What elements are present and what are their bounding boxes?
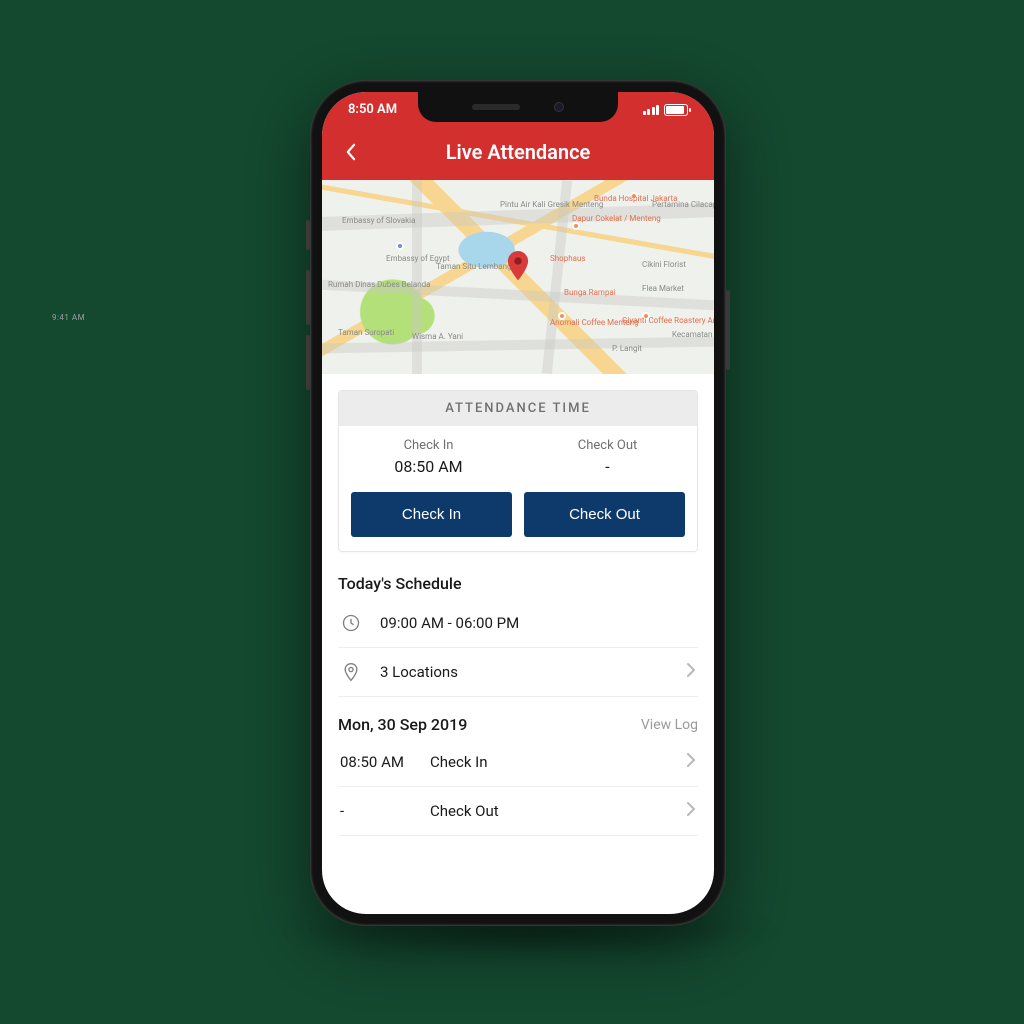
map-poi-label: Wisma A. Yani: [412, 332, 463, 341]
map-poi-label: Flea Market: [642, 284, 684, 293]
log-header: Mon, 30 Sep 2019 View Log: [338, 715, 698, 734]
map-poi-label: Giyanti Coffee Roastery Aroma Sedap: [622, 316, 714, 325]
status-right: [643, 104, 689, 116]
map-poi-label: Cikini Florist: [642, 260, 686, 269]
schedule-locations: 3 Locations: [380, 663, 458, 681]
log-time: -: [340, 802, 430, 820]
mute-switch: [306, 220, 310, 250]
map-view[interactable]: Embassy of Slovakia Pintu Air Kali Gresik…: [322, 180, 714, 374]
log-row[interactable]: 08:50 AMCheck In: [338, 738, 698, 787]
view-log-link[interactable]: View Log: [641, 717, 698, 733]
phone-notch: [418, 92, 618, 122]
schedule-hours: 09:00 AM - 06:00 PM: [380, 614, 519, 632]
attendance-buttons: Check In Check Out: [339, 492, 697, 551]
map-poi-label: Taman Suropati: [338, 328, 394, 337]
checkin-label: Check In: [339, 438, 518, 453]
phone-frame: 8:50 AM Live Attendance Embassy of Slova…: [310, 80, 726, 926]
log-time: 08:50 AM: [340, 753, 430, 771]
volume-down-button: [306, 335, 310, 390]
map-poi-label: Kecamatan Menteng: [672, 330, 714, 339]
signal-icon: [643, 105, 660, 115]
battery-icon: [664, 104, 688, 116]
attendance-times: Check In 08:50 AM Check Out -: [339, 426, 697, 492]
map-poi-label: Pertamina Cilacap Station Cikini: [652, 200, 714, 209]
stray-time-text: 9:41 AM: [52, 313, 85, 322]
map-poi-dot: [572, 222, 580, 230]
checkout-column: Check Out -: [518, 438, 697, 476]
chevron-right-icon: [686, 801, 696, 821]
checkout-button[interactable]: Check Out: [524, 492, 685, 537]
attendance-card: ATTENDANCE TIME Check In 08:50 AM Check …: [338, 390, 698, 552]
map-poi-label: Taman Situ Lembang: [436, 262, 511, 271]
log-label: Check Out: [430, 802, 499, 820]
map-poi-dot: [396, 242, 404, 250]
schedule-title: Today's Schedule: [338, 574, 698, 593]
map-poi-label: Rumah Dinas Dubes Belanda: [328, 280, 431, 289]
checkin-value: 08:50 AM: [339, 457, 518, 476]
map-pin-icon: [507, 251, 529, 281]
chevron-right-icon: [686, 752, 696, 772]
power-button: [726, 290, 730, 370]
attendance-heading: ATTENDANCE TIME: [339, 391, 697, 426]
content-area: ATTENDANCE TIME Check In 08:50 AM Check …: [322, 374, 714, 852]
log-date: Mon, 30 Sep 2019: [338, 715, 467, 734]
map-poi-label: Pintu Air Kali Gresik Menteng: [500, 200, 603, 209]
volume-up-button: [306, 270, 310, 325]
log-row[interactable]: -Check Out: [338, 787, 698, 836]
front-camera: [554, 102, 564, 112]
checkin-button[interactable]: Check In: [351, 492, 512, 537]
schedule-locations-row[interactable]: 3 Locations: [338, 648, 698, 697]
checkin-column: Check In 08:50 AM: [339, 438, 518, 476]
title-bar: Live Attendance: [322, 130, 714, 180]
location-pin-icon: [340, 662, 362, 682]
map-poi-label: Embassy of Slovakia: [342, 216, 415, 225]
chevron-right-icon: [686, 662, 696, 682]
phone-screen: 8:50 AM Live Attendance Embassy of Slova…: [322, 92, 714, 914]
schedule-hours-row: 09:00 AM - 06:00 PM: [338, 599, 698, 648]
speaker-grille: [472, 104, 520, 110]
map-poi-label: Dapur Cokelat / Menteng: [572, 214, 661, 223]
page-title: Live Attendance: [336, 140, 700, 164]
status-time: 8:50 AM: [348, 102, 397, 117]
map-poi-label: Bunga Rampai: [564, 288, 616, 297]
map-poi-label: P. Langit: [612, 344, 642, 353]
checkout-label: Check Out: [518, 438, 697, 453]
log-label: Check In: [430, 753, 488, 771]
clock-icon: [340, 613, 362, 633]
map-poi-label: Shophaus: [550, 254, 586, 263]
checkout-value: -: [518, 457, 697, 476]
